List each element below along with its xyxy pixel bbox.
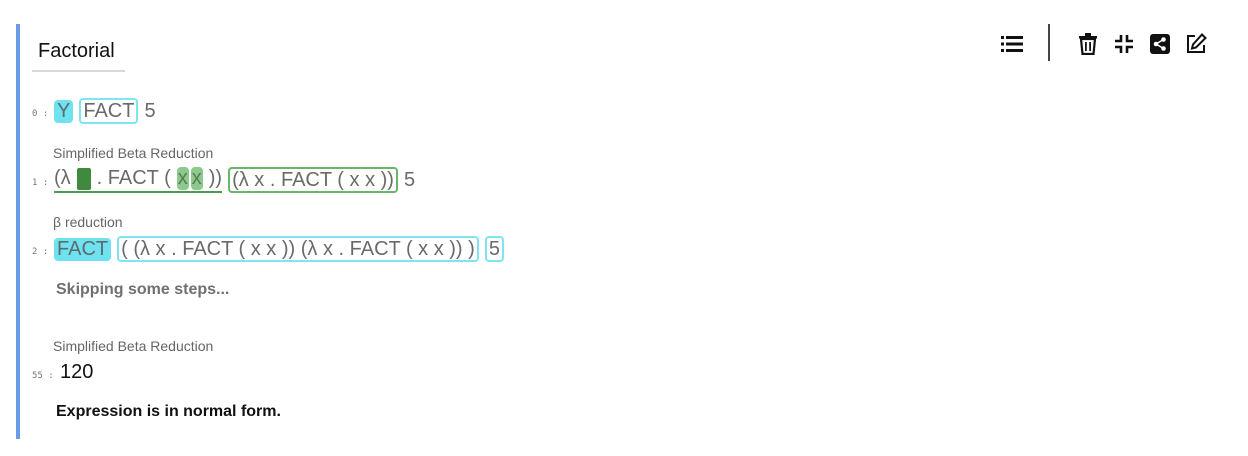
trash-icon[interactable] [1076, 32, 1100, 56]
share-icon[interactable] [1148, 32, 1172, 56]
boxed-term[interactable]: FACT [79, 98, 139, 124]
cell-title[interactable]: Factorial [38, 40, 115, 63]
cell-toolbar [996, 24, 1236, 64]
expression-card: Factorial 0: Y FACT 5 Simplified Beta R… [16, 24, 1236, 439]
list-icon[interactable] [1000, 32, 1024, 56]
step-index: 1 : [32, 178, 49, 188]
argument-term[interactable]: (λ x . FACT ( x x )) [228, 167, 398, 193]
toolbar-divider [1048, 24, 1050, 61]
number-term[interactable]: 5 [144, 100, 155, 123]
step-caption: Simplified Beta Reduction [53, 145, 214, 161]
result-value[interactable]: 120 [60, 361, 93, 384]
expression-step-1: (λ . FACT ( x x )) (λ x . FACT ( x x )) … [54, 165, 415, 195]
highlighted-term[interactable]: FACT [54, 237, 112, 261]
step-caption: Simplified Beta Reduction [53, 338, 214, 354]
highlighted-term[interactable]: Y [54, 99, 74, 123]
variable-occurrence[interactable]: x [176, 167, 189, 190]
step-index: 2 : [32, 247, 49, 257]
cell-title-field[interactable]: Factorial [32, 36, 125, 72]
expression-step-2: FACT ( (λ x . FACT ( x x )) (λ x . FACT … [54, 234, 504, 264]
step-index: 55 : [32, 371, 54, 381]
step-caption: β reduction [53, 214, 123, 230]
step-index: 0 : [32, 109, 49, 119]
edit-icon[interactable] [1184, 32, 1208, 56]
skipping-note: Skipping some steps... [56, 281, 230, 298]
expression-step-0: Y FACT 5 [54, 97, 156, 125]
bound-variable[interactable] [76, 167, 91, 190]
lambda-abstraction[interactable]: (λ . FACT ( x x )) [54, 167, 223, 193]
collapse-icon[interactable] [1112, 32, 1136, 56]
normal-form-note: Expression is in normal form. [56, 403, 281, 420]
boxed-term[interactable]: ( (λ x . FACT ( x x )) (λ x . FACT ( x x… [117, 236, 479, 262]
variable-occurrence[interactable]: x [190, 167, 203, 190]
boxed-term[interactable]: 5 [484, 236, 504, 262]
number-term[interactable]: 5 [404, 169, 415, 192]
